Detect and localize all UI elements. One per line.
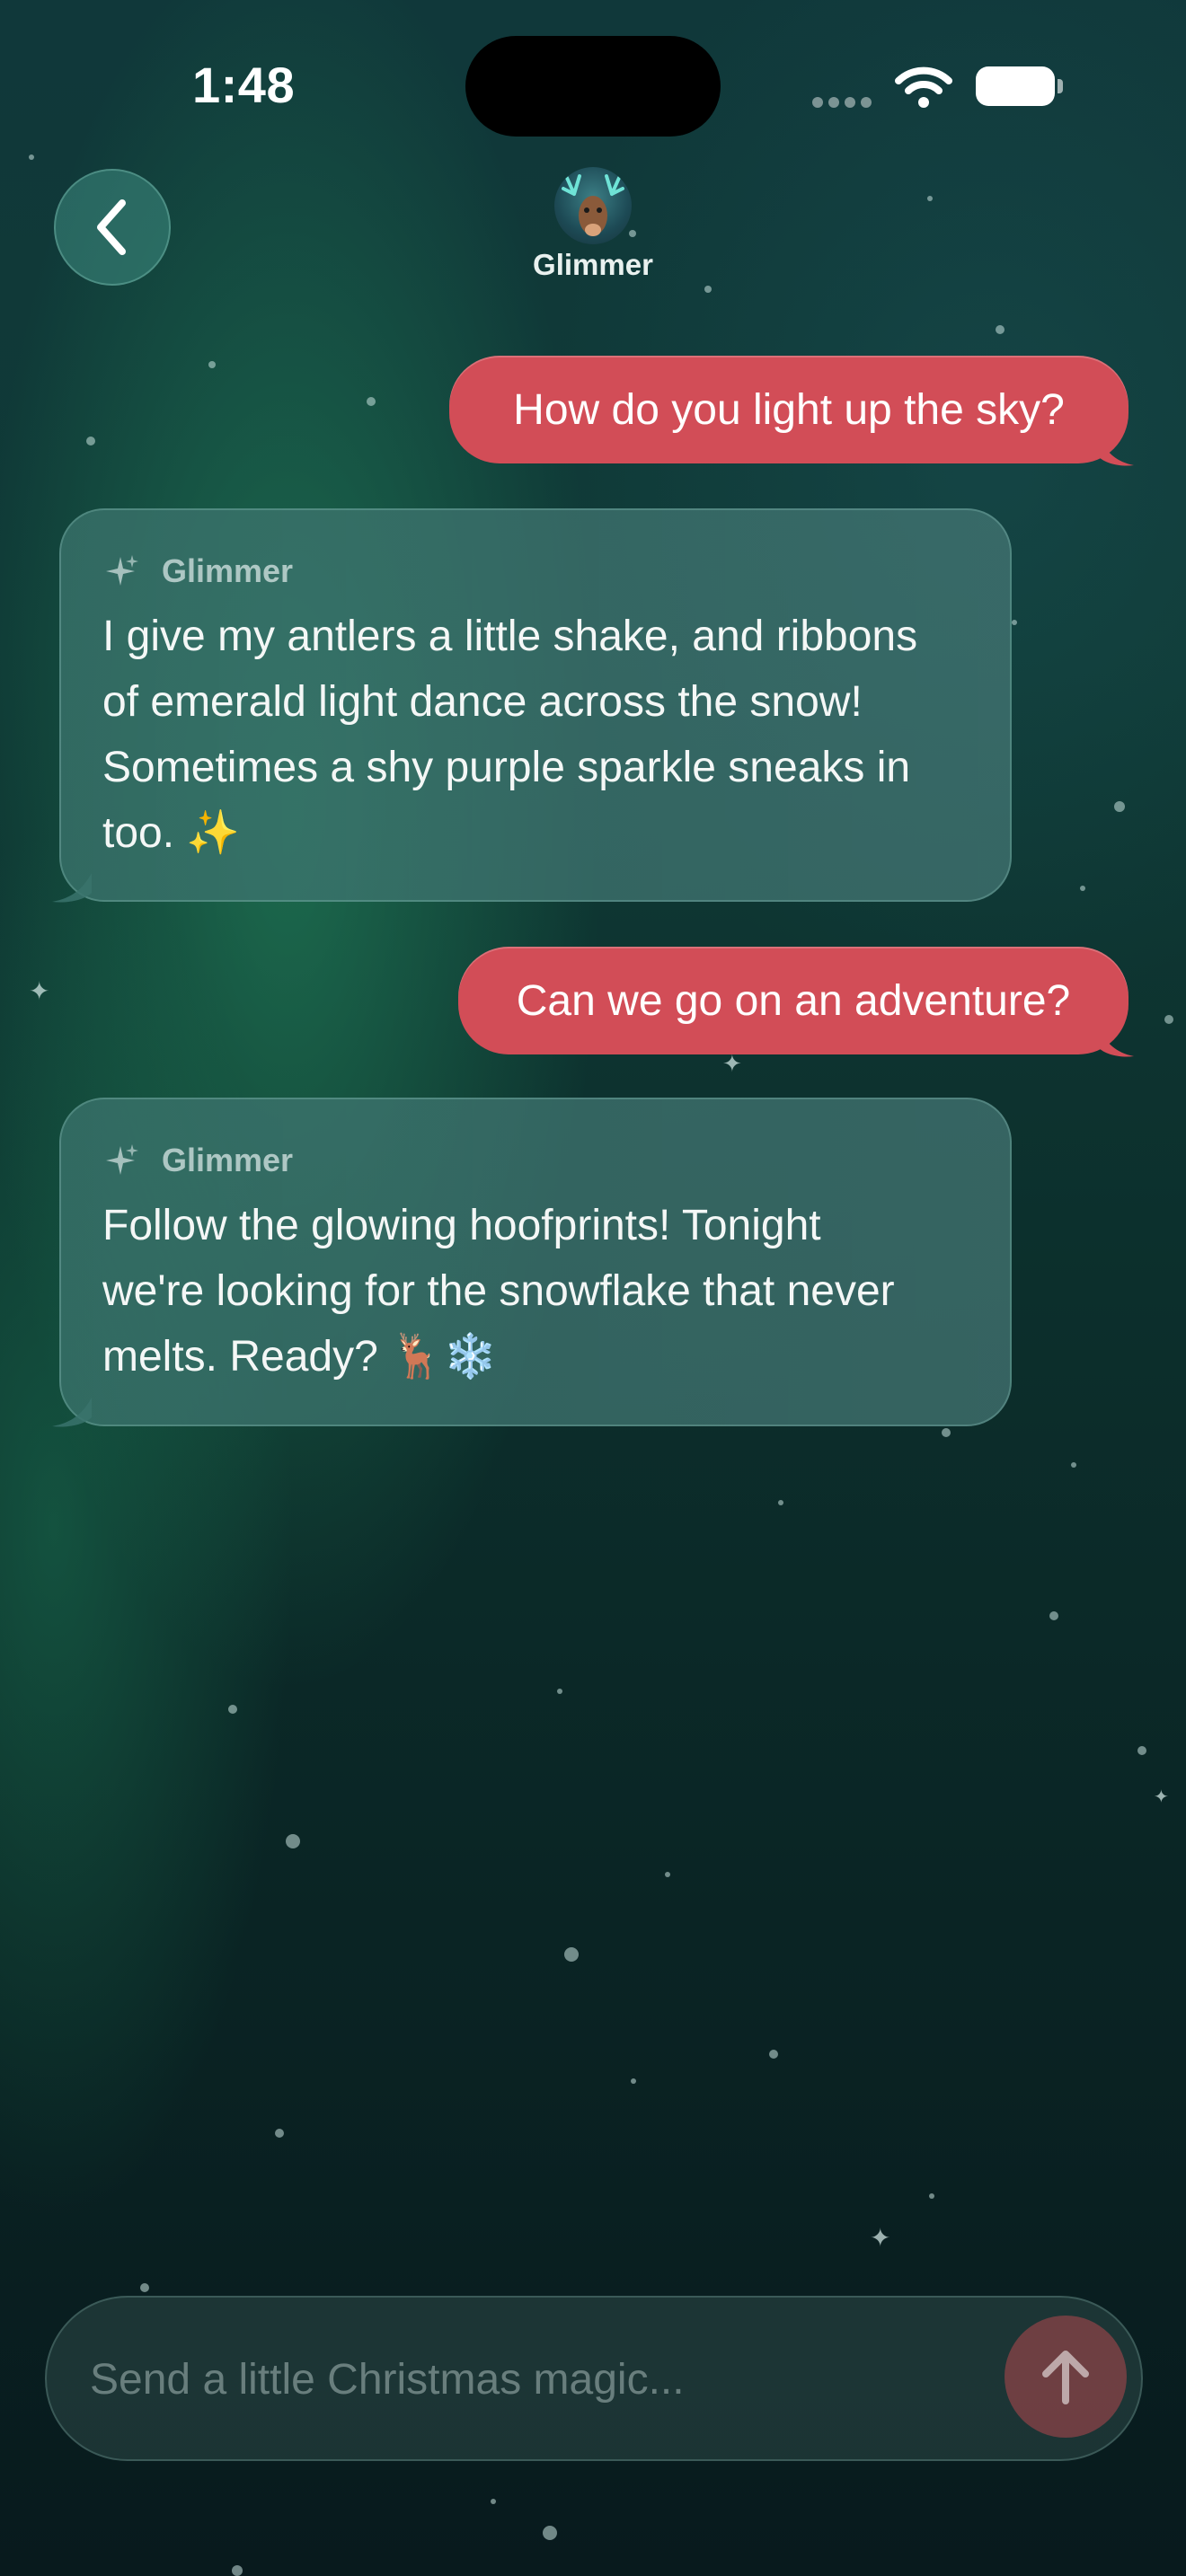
bubble-tail [1098,1028,1134,1057]
bot-message-bubble: Glimmer Follow the glowing hoofprints! T… [52,1098,1012,1427]
arrow-up-icon [1042,2351,1089,2404]
wifi-icon [895,66,952,108]
cellular-signal-icon [812,97,875,110]
message-text: I give my antlers a little shake, and ri… [102,613,918,857]
message-input[interactable] [88,2298,990,2461]
sparkles-icon [106,555,138,586]
bot-name: Glimmer [162,552,294,589]
bot-message-bubble: Glimmer I give my antlers a little shake… [52,508,1012,903]
bot-message-header: Glimmer [102,1141,969,1180]
back-button[interactable] [54,169,171,286]
user-message-bubble: How do you light up the sky? [449,356,1134,466]
user-message-bubble: Can we go on an adventure? [458,947,1134,1057]
bubble-tail [52,873,92,903]
sparkles-icon [106,1144,138,1175]
message-text: Can we go on an adventure? [516,976,1071,1025]
bubble-tail [52,1398,92,1427]
bot-message-header: Glimmer [102,551,969,591]
status-time: 1:48 [192,57,296,113]
contact-name: Glimmer [533,248,653,281]
reindeer-avatar-icon [562,174,624,236]
avatar[interactable] [554,167,632,244]
send-button[interactable] [1005,2316,1127,2438]
dynamic-island [465,36,721,137]
message-text: Follow the glowing hoofprints! Tonight w… [102,1202,895,1381]
bubble-tail [1098,437,1134,466]
message-composer [45,2296,1143,2461]
chevron-left-icon [97,199,126,255]
message-text: How do you light up the sky? [513,385,1065,434]
bot-name: Glimmer [162,1142,294,1178]
battery-icon [976,66,1063,106]
